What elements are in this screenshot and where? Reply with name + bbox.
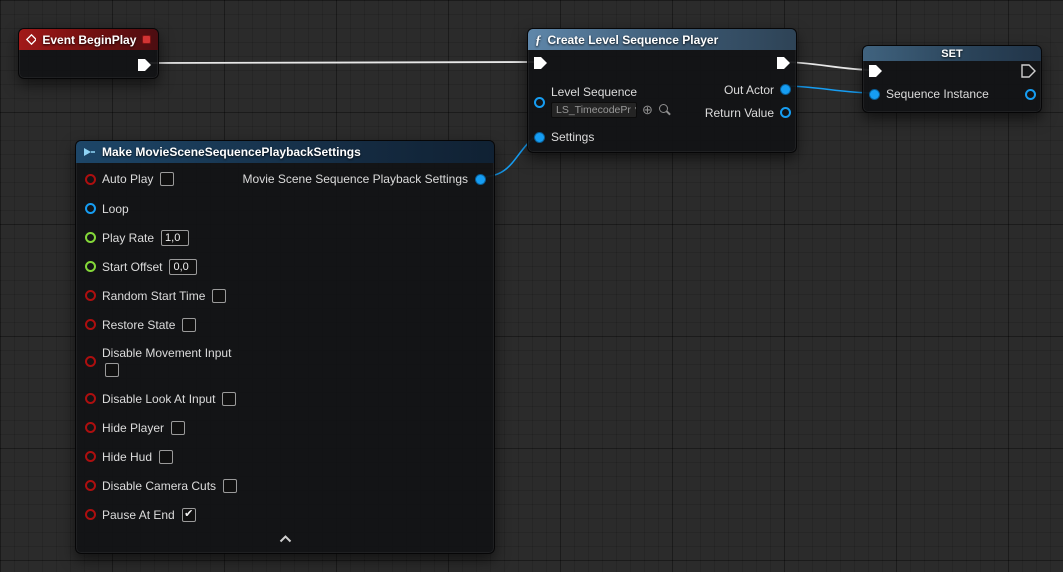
pin-row: Disable Camera Cuts [76,471,494,500]
bool-pin[interactable] [85,509,96,520]
exec-in-pin[interactable] [868,64,883,78]
float-pin[interactable] [85,261,96,272]
exec-in-pin[interactable] [533,56,548,70]
object-wire-outactor-to-sequenceinstance[interactable] [785,86,873,93]
pin-row: Pause At End ✔ [76,500,494,529]
browse-asset-icon[interactable] [658,103,671,116]
node-set-sequence-instance[interactable]: SET Sequence Instance [862,45,1042,113]
checkbox[interactable] [212,289,226,303]
checkbox[interactable]: ✔ [182,508,196,522]
pin-row: Play Rate [76,223,494,252]
pin-label: Loop [102,202,129,216]
pin-label: Hide Hud [102,450,152,464]
struct-output-label: Movie Scene Sequence Playback Settings [243,172,468,186]
event-node-header[interactable]: Event BeginPlay [19,29,158,50]
pin-row: Loop [76,194,494,223]
pin-label: Restore State [102,318,175,332]
chevron-up-icon [279,535,292,543]
pin-label: Pause At End [102,508,175,522]
bool-pin[interactable] [85,393,96,404]
pin-label: Start Offset [102,260,162,274]
struct-pin[interactable] [85,203,96,214]
event-diamond-icon [26,34,36,45]
checkbox[interactable] [160,172,174,186]
blueprint-canvas[interactable]: Event BeginPlay ƒ Create Level Sequence … [0,0,1063,572]
node-title: Create Level Sequence Player [548,33,719,47]
checkbox[interactable] [222,392,236,406]
checkbox[interactable] [105,363,119,377]
node-title: Make MovieSceneSequencePlaybackSettings [102,145,361,159]
pin-label: Out Actor [724,83,774,97]
bool-pin[interactable] [85,422,96,433]
set-output-pin[interactable] [1025,89,1036,100]
pin-row: Disable Movement Input [76,339,494,384]
bool-pin[interactable] [85,356,96,367]
pin-row: Random Start Time [76,281,494,310]
collapse-node-control[interactable] [76,529,494,549]
exec-out-pin[interactable] [776,56,791,70]
asset-dropdown[interactable]: LS_TimecodePr ▾ [551,102,637,118]
checkmark: ✔ [184,509,193,520]
node-create-level-sequence-player[interactable]: ƒ Create Level Sequence Player Level Seq… [527,28,797,153]
pin-label: Level Sequence [551,85,671,99]
pin-row: Start Offset [76,252,494,281]
exec-out-pin[interactable] [1021,64,1036,78]
exec-wire-beginplay-to-create[interactable] [150,62,539,63]
settings-pin[interactable] [534,132,545,143]
pin-label: Disable Camera Cuts [102,479,216,493]
checkbox[interactable] [182,318,196,332]
node-title: SET [941,48,962,60]
bool-pin[interactable] [85,174,96,185]
struct-output-pin[interactable] [475,174,486,185]
pin-label: Random Start Time [102,289,205,303]
pin-label: Disable Movement Input [102,346,231,360]
out-actor-pin[interactable] [780,84,791,95]
asset-dropdown-value: LS_TimecodePr [556,104,631,116]
chevron-down-icon: ▾ [635,104,637,115]
node-event-beginplay[interactable]: Event BeginPlay [18,28,159,79]
use-selected-icon[interactable]: ⊕ [642,103,653,116]
checkbox[interactable] [171,421,185,435]
pin-label: Return Value [705,106,774,120]
checkbox[interactable] [159,450,173,464]
pin-label: Auto Play [102,172,153,186]
event-flag-badge[interactable] [142,35,151,44]
sequence-instance-pin[interactable] [869,89,880,100]
node-title: Event BeginPlay [42,33,136,47]
set-node-header[interactable]: SET [863,46,1041,61]
bool-pin[interactable] [85,451,96,462]
pin-row: Auto Play Movie Scene Sequence Playback … [76,164,494,194]
start-offset-input[interactable] [169,259,197,275]
node-make-playback-settings[interactable]: Make MovieSceneSequencePlaybackSettings … [75,140,495,554]
pin-row: Disable Look At Input [76,384,494,413]
pin-label: Sequence Instance [886,87,989,101]
pin-label: Play Rate [102,231,154,245]
bool-pin[interactable] [85,319,96,330]
exec-out-pin[interactable] [137,58,152,72]
pin-row: Hide Hud [76,442,494,471]
bool-pin[interactable] [85,290,96,301]
pin-label: Settings [551,130,594,144]
make-struct-icon [83,146,96,158]
pin-label: Hide Player [102,421,164,435]
function-icon: ƒ [535,32,542,48]
make-node-header[interactable]: Make MovieSceneSequencePlaybackSettings [76,141,494,163]
function-node-header[interactable]: ƒ Create Level Sequence Player [528,29,796,50]
level-sequence-pin[interactable] [534,97,545,108]
pin-label: Disable Look At Input [102,392,215,406]
bool-pin[interactable] [85,480,96,491]
play-rate-input[interactable] [161,230,189,246]
checkbox[interactable] [223,479,237,493]
pin-row: Hide Player [76,413,494,442]
return-value-pin[interactable] [780,107,791,118]
float-pin[interactable] [85,232,96,243]
pin-row: Restore State [76,310,494,339]
